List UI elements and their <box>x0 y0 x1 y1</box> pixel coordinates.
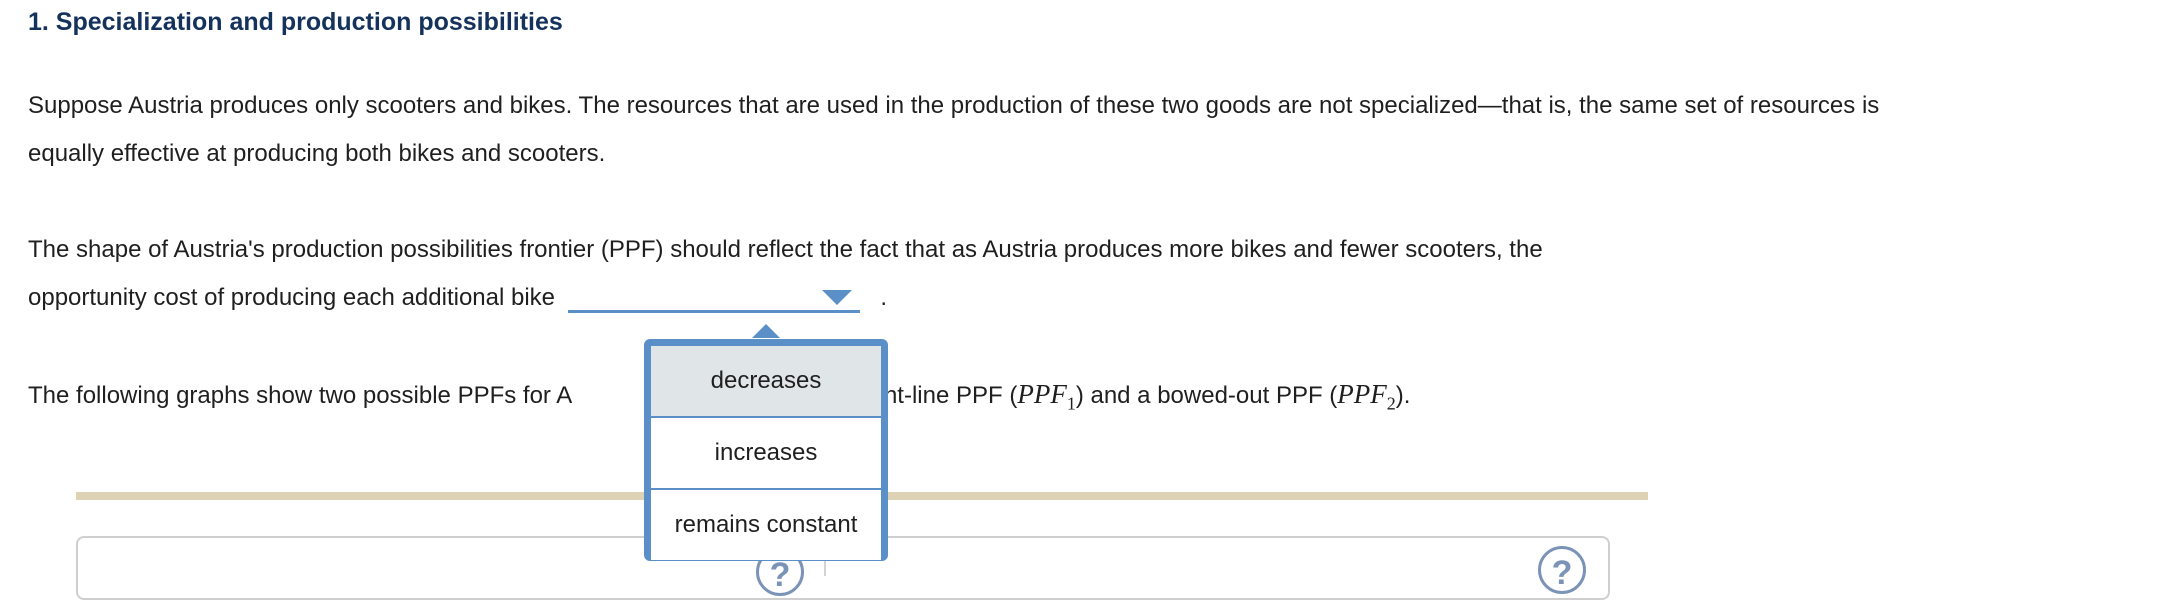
question-text-line1: The shape of Austria's production possib… <box>28 236 1543 263</box>
graphs-text-mid2: ) and a bowed-out PPF ( <box>1075 382 1338 409</box>
opportunity-cost-dropdown[interactable] <box>567 280 860 313</box>
graphs-text-start: The following graphs show two possible P… <box>28 382 573 409</box>
question-paragraph: The shape of Austria's production possib… <box>28 226 1928 322</box>
dropdown-menu: decreases increases remains constant <box>644 339 888 561</box>
ppf1-label: PPF1 <box>1017 379 1076 414</box>
graphs-paragraph: The following graphs show two possible P… <box>28 370 1928 427</box>
sentence-period: . <box>880 284 888 311</box>
section-heading: 1. Specialization and production possibi… <box>28 8 563 36</box>
option-increases[interactable]: increases <box>651 418 881 488</box>
intro-paragraph: Suppose Austria produces only scooters a… <box>28 92 1880 167</box>
chevron-down-icon[interactable] <box>821 290 852 305</box>
dropdown-menu-pointer <box>752 324 780 338</box>
option-decreases[interactable]: decreases <box>651 346 881 416</box>
help-icon[interactable]: ? <box>1538 546 1586 594</box>
graphs-text-end: ). <box>1395 382 1411 409</box>
question-text-line2: opportunity cost of producing each addit… <box>28 284 556 311</box>
option-remains-constant[interactable]: remains constant <box>651 490 881 560</box>
ppf2-label: PPF2 <box>1337 379 1396 414</box>
